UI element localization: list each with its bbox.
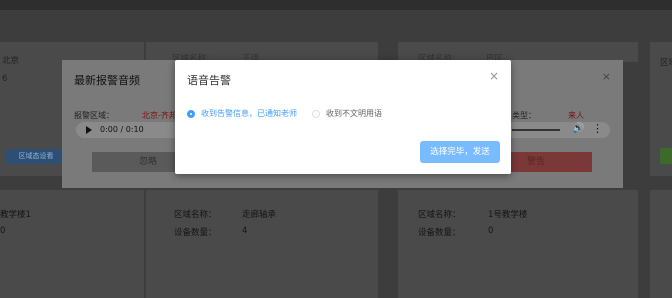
device-card-2: 区域名称： 走廊轴承 设备数量： 4 xyxy=(146,190,378,298)
alarm-type-value: 来人 xyxy=(568,111,584,120)
more-options-icon[interactable]: ⋮ xyxy=(592,122,603,135)
send-button[interactable]: 选择完毕，发送 xyxy=(420,141,500,163)
device-card-area-value: 走廊轴承 xyxy=(242,210,277,220)
play-icon[interactable] xyxy=(86,126,92,134)
radio-label: 收到告警信息，已通知老师 xyxy=(201,109,297,118)
audio-player: 0:00 / 0:10 xyxy=(76,122,178,138)
green-action-button[interactable] xyxy=(660,148,672,164)
device-card-3: 区域名称： 1号教学楼 设备数量： 0 xyxy=(398,190,638,298)
alarm-area-value: 北京-齐邦 xyxy=(142,111,177,120)
top-bar xyxy=(0,0,672,10)
radio-option-notified-teacher[interactable]: 收到告警信息，已通知老师 xyxy=(187,108,297,119)
radio-option-uncivil-language[interactable]: 收到不文明用语 xyxy=(312,108,382,119)
radio-label: 收到不文明用语 xyxy=(326,109,382,118)
device-card-area-label: 区域名称： xyxy=(174,210,217,220)
device-card-1: 教学楼1 0 xyxy=(0,190,144,298)
voice-alarm-dialog: 语音告警 × 收到告警信息，已通知老师 收到不文明用语 选择完毕，发送 xyxy=(175,60,511,174)
area-card-2: 区域名称： 王请 xyxy=(146,42,378,64)
device-card-area-value: 教学楼1 xyxy=(0,210,31,220)
device-card-4 xyxy=(650,190,672,298)
audio-progress-bar[interactable] xyxy=(512,129,560,131)
radio-unchecked-icon xyxy=(312,109,320,118)
close-icon[interactable]: × xyxy=(602,70,611,83)
area-card-number: 6 xyxy=(2,74,8,84)
device-card-count-label: 设备数量： xyxy=(174,228,217,238)
radio-checked-icon xyxy=(187,109,195,118)
dialog-title: 语音告警 xyxy=(187,74,231,87)
device-card-count-label: 设备数量： xyxy=(418,228,461,238)
device-card-count-value: 0 xyxy=(0,226,6,236)
device-card-count-value: 4 xyxy=(242,226,248,236)
device-card-area-label: 区域名称： xyxy=(418,210,461,220)
area-view-button[interactable]: 区域态设看 xyxy=(6,149,66,164)
area-card-label: 区域 xyxy=(660,58,672,68)
audio-player-controls: 🔊 ⋮ xyxy=(510,122,610,138)
area-card-3: 区域名称： 巴区 xyxy=(398,42,638,64)
device-card-count-value: 0 xyxy=(488,226,494,236)
close-icon[interactable]: × xyxy=(489,69,499,83)
volume-icon[interactable]: 🔊 xyxy=(572,123,584,134)
audio-time: 0:00 / 0:10 xyxy=(100,125,144,134)
alarm-area-label: 报警区域： xyxy=(74,111,114,120)
modal-title: 最新报警音频 xyxy=(74,74,140,87)
device-card-area-value: 1号教学楼 xyxy=(488,210,528,220)
alarm-type-label: 类型： xyxy=(512,111,536,120)
area-card-city: 北京 xyxy=(2,56,20,66)
